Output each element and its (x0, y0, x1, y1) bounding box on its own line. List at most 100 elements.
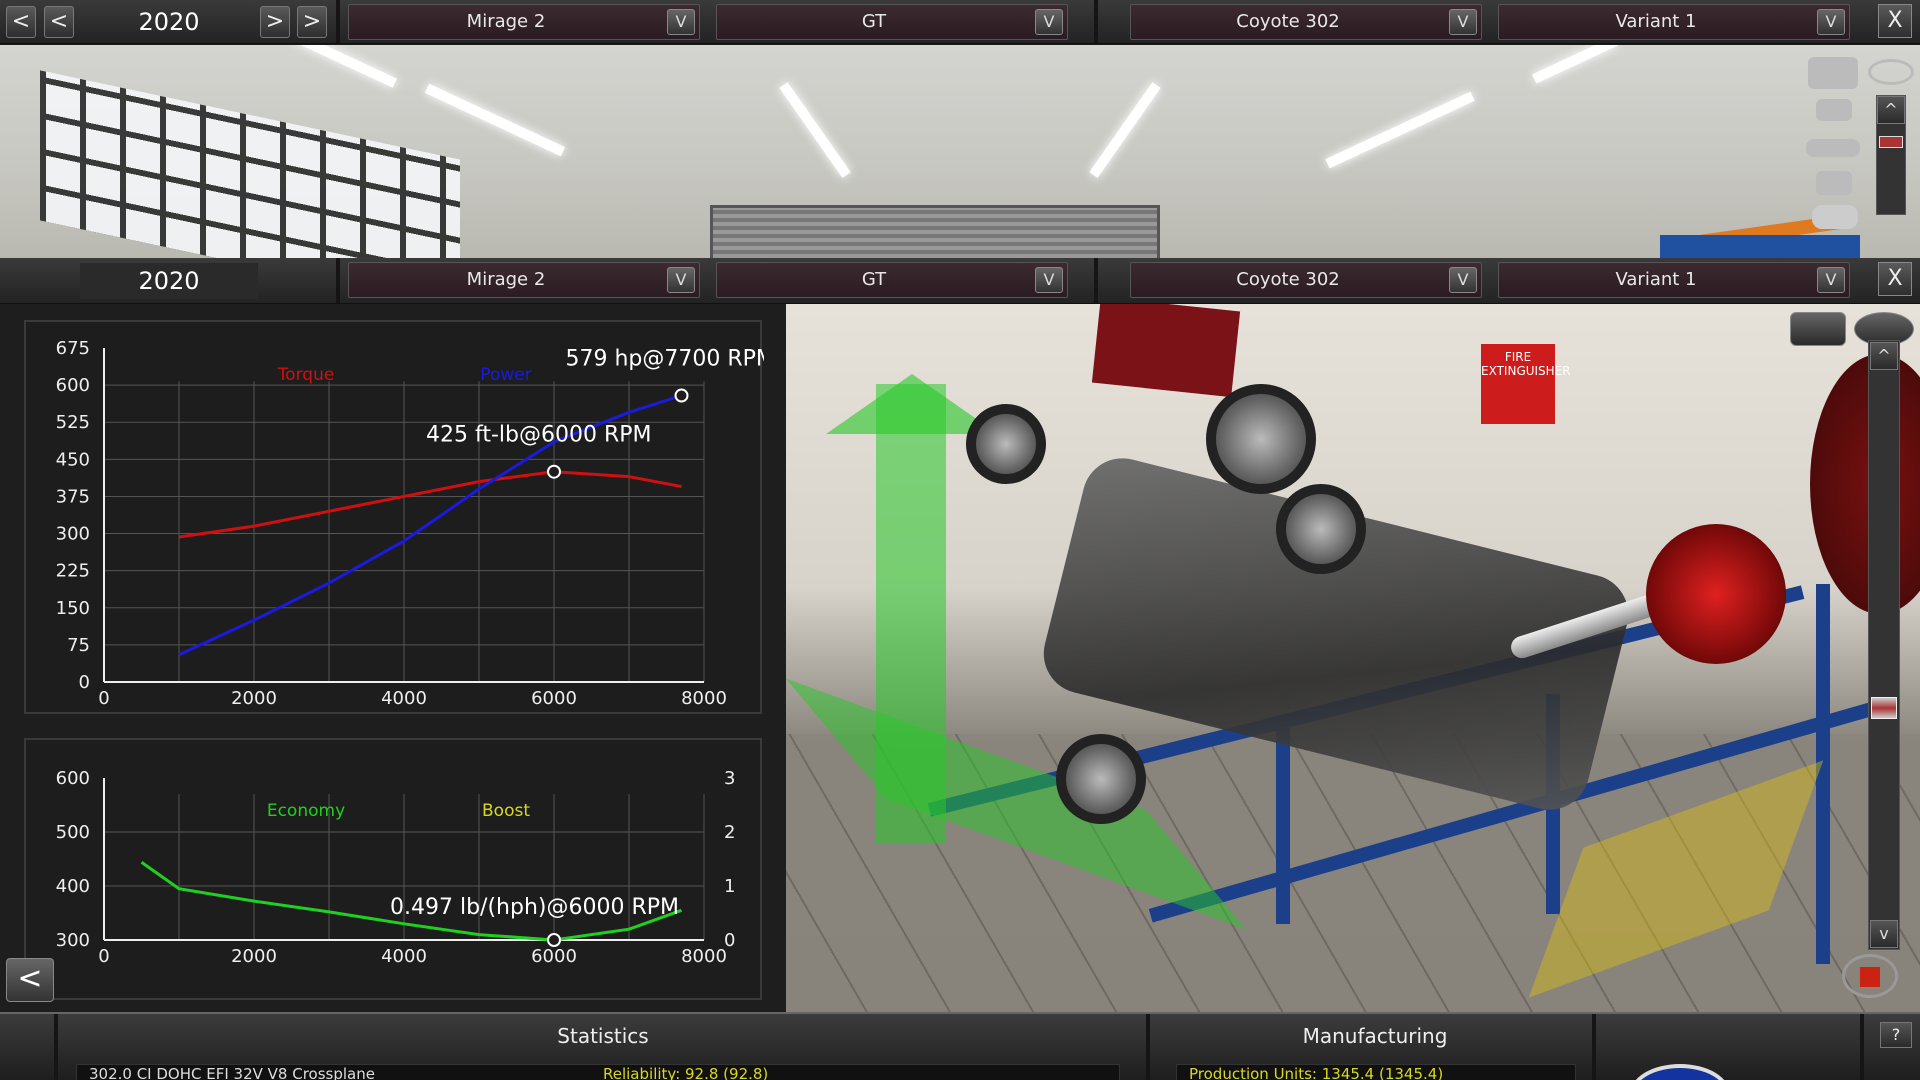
close-button[interactable]: X (1878, 4, 1912, 38)
wall-poster (1091, 304, 1241, 398)
annotation-marker (547, 464, 561, 479)
chevron-down-icon[interactable]: V (667, 267, 695, 293)
collapse-panel-button[interactable]: < (6, 958, 54, 1002)
engine-dropdown[interactable]: Coyote 302 V (1130, 4, 1482, 40)
legend-economy: Economy (267, 801, 345, 821)
production-units-stat: Production Units: 1345.4 (1345.4) (1189, 1065, 1444, 1080)
chevron-down-icon[interactable]: V (667, 9, 695, 35)
car-side-icon[interactable] (1806, 139, 1860, 157)
y2-tick-label: 0 (724, 930, 735, 951)
annotation-marker (547, 933, 561, 947)
car-rear-icon[interactable] (1816, 171, 1852, 195)
gauge-icon (1630, 1064, 1730, 1080)
annotation-label: 0.497 lb/(hph)@6000 RPM (390, 895, 679, 920)
garage-window (40, 70, 460, 258)
x-tick-label: 8000 (681, 688, 727, 709)
variant-dropdown[interactable]: Variant 1 V (1498, 4, 1850, 40)
divider (54, 1014, 58, 1080)
trim-dropdown-label: GT (861, 269, 887, 290)
scroll-thumb[interactable] (1879, 136, 1903, 148)
chevron-down-icon[interactable]: V (1449, 9, 1477, 35)
rack (1660, 235, 1860, 258)
tab-manufacturing[interactable]: Manufacturing (1152, 1022, 1598, 1050)
y-tick-label: 150 (56, 598, 90, 619)
x-tick-label: 0 (98, 688, 109, 709)
x-tick-label: 2000 (231, 946, 277, 967)
scroll-down-button[interactable]: v (1870, 920, 1898, 948)
variant-dropdown-label: Variant 1 (1615, 269, 1697, 290)
help-button[interactable]: ? (1880, 1022, 1912, 1048)
divider (1592, 1014, 1596, 1080)
reliability-stat: Reliability: 92.8 (92.8) (603, 1065, 769, 1080)
chevron-down-icon[interactable]: V (1035, 9, 1063, 35)
divider (336, 258, 340, 303)
scroll-up-button[interactable]: ^ (1877, 96, 1905, 124)
trim-dropdown[interactable]: GT V (716, 4, 1068, 40)
engine-3d-viewport[interactable]: FIRE EXTINGUISHER ^ v (786, 304, 1920, 1012)
bottom-stats-bar: Statistics Manufacturing ? 302.0 CI DOHC… (0, 1012, 1920, 1080)
economy-boost-chart: 0 2000 4000 6000 8000 300 400 500 600 0 1 2 3 Economy… (24, 738, 762, 1000)
top-selector-bar: < < 2020 > > Mirage 2 V GT V Coyote 302 … (0, 0, 1920, 44)
y-tick-label: 450 (56, 449, 90, 470)
year-label: 2020 (80, 263, 258, 299)
tab-statistics[interactable]: Statistics (60, 1022, 1146, 1050)
model-dropdown[interactable]: Mirage 2 V (348, 4, 700, 40)
car-top-icon[interactable] (1812, 205, 1858, 229)
engine-dropdown[interactable]: Coyote 302 V (1130, 262, 1482, 298)
car-front-icon[interactable] (1816, 99, 1852, 121)
zoom-scrollbar[interactable]: ^ v (1868, 340, 1900, 950)
y-tick-label: 525 (56, 412, 90, 433)
year-next-fast-button[interactable]: > (297, 6, 327, 38)
crank-pulley (1056, 734, 1146, 824)
year-prev-fast-button[interactable]: < (6, 6, 36, 38)
engine-description: 302.0 CI DOHC EFI 32V V8 Crossplane (89, 1065, 375, 1080)
divider (1146, 1014, 1150, 1080)
model-dropdown[interactable]: Mirage 2 V (348, 262, 700, 298)
stand-leg (1276, 724, 1290, 924)
pulley (1206, 384, 1316, 494)
screenshot-camera-icon[interactable] (1790, 312, 1846, 346)
legend-boost: Boost (482, 801, 530, 821)
year-label: 2020 (138, 8, 200, 36)
year-next-button[interactable]: > (260, 6, 290, 38)
divider (336, 0, 340, 43)
y-tick-label: 600 (56, 375, 90, 396)
pulley (1276, 484, 1366, 574)
engine-dropdown-label: Coyote 302 (1236, 11, 1340, 32)
chevron-down-icon[interactable]: V (1035, 267, 1063, 293)
reset-view-icon[interactable] (1842, 954, 1898, 998)
annotation-marker (674, 388, 689, 403)
y-tick-label: 75 (67, 635, 90, 656)
legend-torque: Torque (277, 365, 335, 385)
ceiling-light (1325, 91, 1475, 169)
y-tick-label: 300 (56, 930, 90, 951)
legend-power: Power (480, 365, 531, 385)
garage-door (710, 205, 1160, 258)
dyno-drum (1810, 354, 1920, 614)
garage-scene-top[interactable]: ^ (0, 45, 1920, 258)
divider (1860, 1014, 1864, 1080)
y-tick-label: 375 (56, 486, 90, 507)
pulley (966, 404, 1046, 484)
annotation-label: 579 hp@7700 RPM (566, 347, 765, 372)
eye-icon[interactable] (1868, 59, 1914, 85)
economy-boost-chart-svg: 0 2000 4000 6000 80003004005006000123Economy… (56, 768, 736, 967)
variant-dropdown-label: Variant 1 (1615, 11, 1697, 32)
y2-tick-label: 3 (724, 768, 735, 789)
fire-extinguisher-sign: FIRE EXTINGUISHER (1481, 344, 1571, 424)
chevron-down-icon[interactable]: V (1449, 267, 1477, 293)
scrollbar-top[interactable]: ^ (1876, 95, 1906, 215)
x-mark-icon (1860, 967, 1880, 987)
close-button[interactable]: X (1878, 262, 1912, 296)
chevron-down-icon[interactable]: V (1817, 267, 1845, 293)
trim-dropdown[interactable]: GT V (716, 262, 1068, 298)
year-prev-button[interactable]: < (44, 6, 74, 38)
camera-icon[interactable] (1808, 57, 1858, 89)
scroll-up-button[interactable]: ^ (1870, 342, 1898, 370)
x-tick-label: 4000 (381, 688, 427, 709)
variant-dropdown[interactable]: Variant 1 V (1498, 262, 1850, 298)
chevron-down-icon[interactable]: V (1817, 9, 1845, 35)
engine-dropdown-label: Coyote 302 (1236, 269, 1340, 290)
scroll-thumb[interactable] (1871, 697, 1897, 719)
x-tick-label: 8000 (681, 946, 727, 967)
